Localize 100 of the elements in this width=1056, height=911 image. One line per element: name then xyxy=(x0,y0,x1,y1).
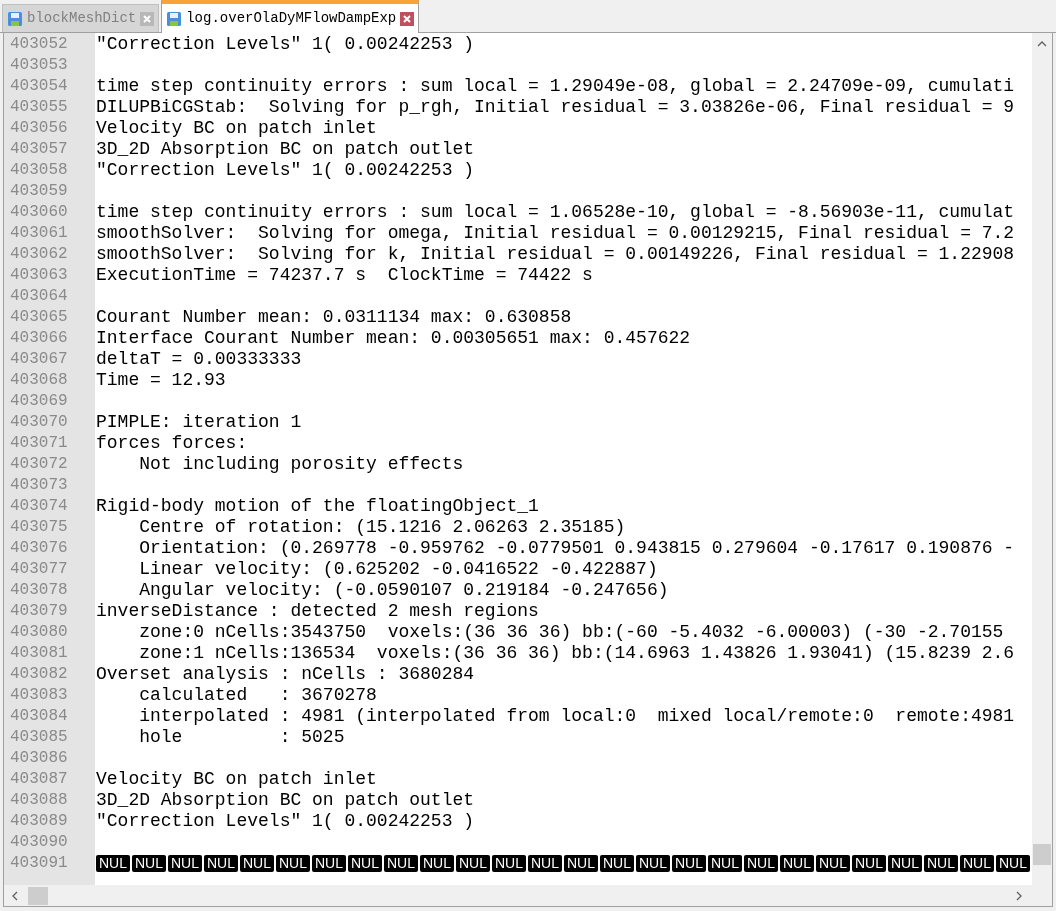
log-line: 3D_2D Absorption BC on patch outlet xyxy=(96,790,475,811)
line-number: 403076 xyxy=(10,538,68,559)
log-line: PIMPLE: iteration 1 xyxy=(96,412,302,433)
line-number: 403074 xyxy=(10,496,68,517)
close-icon[interactable] xyxy=(400,11,415,26)
null-character-marker: NUL xyxy=(924,855,958,872)
null-character-marker: NUL xyxy=(996,855,1030,872)
log-line: zone:0 nCells:3543750 voxels:(36 36 36) bb:(-60 -5.4032 -6.00003) (-30 -2.70155 xyxy=(138,622,1004,643)
null-character-marker: NUL xyxy=(168,855,202,872)
line-number: 403091 xyxy=(10,853,68,874)
line-number: 403061 xyxy=(10,223,68,244)
line-number: 403085 xyxy=(10,727,68,748)
log-line: Rigid-body motion of the floatingObject_1 xyxy=(96,496,539,517)
tab-label: blockMeshDict xyxy=(27,9,137,28)
log-line: Velocity BC on patch inlet xyxy=(96,769,377,790)
log-line: 3D_2D Absorption BC on patch outlet xyxy=(96,139,475,160)
line-number: 403059 xyxy=(10,181,68,202)
log-line: Angular velocity: (-0.0590107 0.219184 -0.247656) xyxy=(138,580,669,601)
null-character-marker: NUL xyxy=(204,855,238,872)
line-number: 403067 xyxy=(10,349,68,370)
line-number: 403066 xyxy=(10,328,68,349)
log-line: hole : 5025 xyxy=(138,727,345,748)
log-line: Interface Courant Number mean: 0.00305651 max: 0.457622 xyxy=(96,328,691,349)
log-line: forces forces: xyxy=(96,433,248,454)
null-character-marker: NUL xyxy=(420,855,454,872)
line-number: 403068 xyxy=(10,370,68,391)
null-character-marker: NUL xyxy=(852,855,886,872)
line-number: 403072 xyxy=(10,454,68,475)
log-line: Linear velocity: (0.625202 -0.0416522 -0.422887) xyxy=(138,559,658,580)
line-number: 403088 xyxy=(10,790,68,811)
log-line: smoothSolver: Solving for omega, Initial residual = 0.00129215, Final residual = 7.2 xyxy=(96,223,1015,244)
horizontal-scrollbar[interactable] xyxy=(4,885,1052,906)
null-character-marker: NUL xyxy=(960,855,994,872)
log-line: Time = 12.93 xyxy=(96,370,226,391)
line-number: 403053 xyxy=(10,55,68,76)
line-number: 403080 xyxy=(10,622,68,643)
null-character-marker: NUL xyxy=(276,855,310,872)
line-number: 403073 xyxy=(10,475,68,496)
log-line: interpolated : 4981 (interpolated from local:0 mixed local/remote:0 remote:4981 xyxy=(138,706,1015,727)
line-number: 403087 xyxy=(10,769,68,790)
tab-label: log.overOlaDyMFlowDampExp xyxy=(186,9,397,28)
line-number: 403057 xyxy=(10,139,68,160)
null-character-marker: NUL xyxy=(96,855,130,872)
line-number: 403064 xyxy=(10,286,68,307)
line-number: 403062 xyxy=(10,244,68,265)
null-character-marker: NUL xyxy=(744,855,778,872)
log-line: Velocity BC on patch inlet xyxy=(96,118,377,139)
line-number: 403063 xyxy=(10,265,68,286)
null-character-marker: NUL xyxy=(492,855,526,872)
null-character-marker: NUL xyxy=(636,855,670,872)
log-line: time step continuity errors : sum local = 1.29049e-08, global = 2.24709e-09, cumulati xyxy=(96,76,1015,97)
log-line: Orientation: (0.269778 -0.959762 -0.0779501 0.943815 0.279604 -0.17617 0.190876 - xyxy=(138,538,1015,559)
line-number: 403054 xyxy=(10,76,68,97)
null-character-marker: NUL xyxy=(600,855,634,872)
line-number: 403055 xyxy=(10,97,68,118)
null-character-marker: NUL xyxy=(384,855,418,872)
null-character-marker: NUL xyxy=(672,855,706,872)
null-character-marker: NUL xyxy=(708,855,742,872)
vertical-scrollbar[interactable] xyxy=(1032,33,1052,885)
line-number: 403075 xyxy=(10,517,68,538)
line-number: 403052 xyxy=(10,34,68,55)
line-number: 403069 xyxy=(10,391,68,412)
line-number: 403082 xyxy=(10,664,68,685)
line-number: 403089 xyxy=(10,811,68,832)
scroll-left-icon[interactable] xyxy=(12,890,18,901)
line-number: 403086 xyxy=(10,748,68,769)
line-number: 403065 xyxy=(10,307,68,328)
null-character-marker: NUL xyxy=(348,855,382,872)
scroll-up-icon[interactable] xyxy=(1037,41,1047,47)
log-line: Centre of rotation: (15.1216 2.06263 2.35185) xyxy=(138,517,626,538)
line-number: 403083 xyxy=(10,685,68,706)
log-line: smoothSolver: Solving for k, Initial residual = 0.00149226, Final residual = 1.22908 xyxy=(96,244,1015,265)
log-line: "Correction Levels" 1( 0.00242253 ) xyxy=(96,811,475,832)
log-line: time step continuity errors : sum local = 1.06528e-10, global = -8.56903e-11, cumulat xyxy=(96,202,1015,223)
line-number: 403058 xyxy=(10,160,68,181)
line-number: 403060 xyxy=(10,202,68,223)
log-line: Overset analysis : nCells : 3680284 xyxy=(96,664,475,685)
null-character-marker: NUL xyxy=(312,855,346,872)
line-number: 403077 xyxy=(10,559,68,580)
editor-tab[interactable]: log.overOlaDyMFlowDampExp xyxy=(161,0,420,33)
log-line: deltaT = 0.00333333 xyxy=(96,349,302,370)
scrollbar-thumb[interactable] xyxy=(28,886,48,905)
line-number: 403070 xyxy=(10,412,68,433)
log-line: "Correction Levels" 1( 0.00242253 ) xyxy=(96,34,475,55)
log-line: "Correction Levels" 1( 0.00242253 ) xyxy=(96,160,475,181)
null-character-marker: NUL xyxy=(528,855,562,872)
line-number: 403081 xyxy=(10,643,68,664)
log-line: Courant Number mean: 0.0311134 max: 0.630858 xyxy=(96,307,572,328)
null-character-marker: NUL xyxy=(240,855,274,872)
scrollbar-thumb[interactable] xyxy=(1033,844,1051,865)
line-number: 403079 xyxy=(10,601,68,622)
line-number: 403071 xyxy=(10,433,68,454)
scroll-right-icon[interactable] xyxy=(1016,890,1022,901)
null-character-marker: NUL xyxy=(888,855,922,872)
close-icon[interactable] xyxy=(140,11,155,26)
null-character-marker: NUL xyxy=(816,855,850,872)
null-character-marker: NUL xyxy=(780,855,814,872)
line-number: 403084 xyxy=(10,706,68,727)
null-character-marker: NUL xyxy=(456,855,490,872)
null-character-marker: NUL xyxy=(132,855,166,872)
